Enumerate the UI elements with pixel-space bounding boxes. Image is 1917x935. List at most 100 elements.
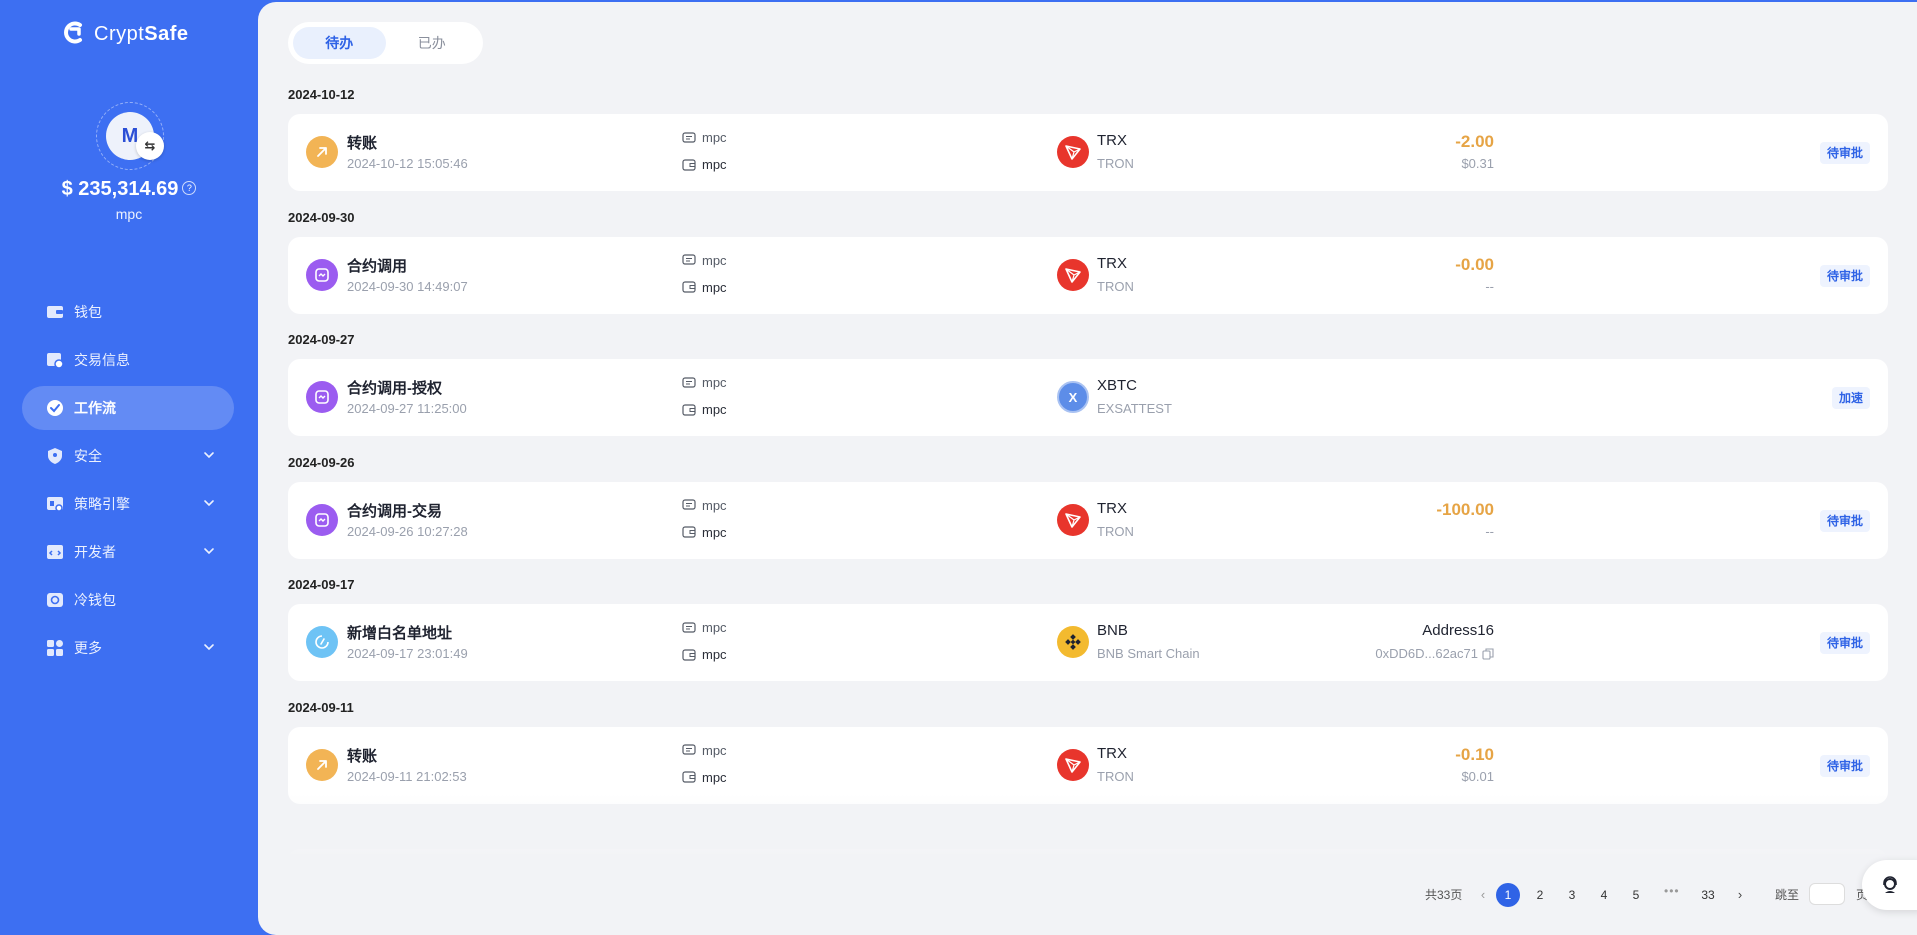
sidebar-item-2[interactable]: 工作流 [22, 386, 234, 430]
shield-icon [46, 447, 64, 465]
wallet-row: mpc [682, 770, 727, 785]
contract-icon [306, 381, 338, 413]
sidebar-item-4[interactable]: 策略引擎 [22, 482, 234, 526]
amount-fiat: -- [1485, 523, 1494, 539]
coin-symbol: BNB [1097, 622, 1128, 639]
wallet-account: mpc [702, 279, 727, 295]
trx-coin-icon [1057, 748, 1089, 781]
workflow-card[interactable]: 合约调用 2024-09-30 14:49:07 mpc mpc TRX TRON -0.0… [288, 236, 1888, 314]
group-date: 2024-09-11 [288, 699, 354, 715]
copy-icon[interactable] [1482, 647, 1494, 660]
next-page-icon[interactable]: › [1730, 885, 1750, 905]
more-grid-icon [46, 639, 64, 657]
wallet-icon [682, 403, 696, 416]
chain-name: EXSATTEST [1097, 401, 1172, 416]
workflow-card[interactable]: 转账 2024-10-12 15:05:46 mpc mpc TRX TRON -2.00 $… [288, 114, 1888, 191]
sidebar-item-label: 更多 [74, 640, 102, 656]
prev-page-icon[interactable]: ‹ [1473, 885, 1493, 905]
workflow-time: 2024-09-26 10:27:28 [347, 523, 468, 539]
workflow-card[interactable]: 转账mpcTRX-0.10待审批 [288, 849, 1888, 854]
status-badge[interactable]: 待审批 [1819, 754, 1870, 777]
initiator-account: mpc [702, 130, 727, 145]
coin-symbol: TRX [1097, 254, 1127, 272]
wallet-icon [682, 771, 696, 783]
logo[interactable]: CryptSafe [62, 20, 189, 48]
group-date [288, 819, 1888, 847]
group-date: 2024-09-26 [288, 454, 355, 470]
chain-name: BNB Smart Chain [1097, 646, 1200, 661]
support-agent-icon [1883, 876, 1897, 893]
transfer-icon [306, 748, 338, 781]
swap-account-icon[interactable]: ⇆ [136, 132, 164, 160]
initiator-account: mpc [702, 742, 727, 758]
xbtc-coin-icon: X [1057, 381, 1089, 413]
sidebar-item-label: 工作流 [74, 400, 116, 416]
whitelist-icon [306, 626, 338, 658]
wallet-account: mpc [702, 647, 727, 662]
page-number[interactable]: 3 [1560, 883, 1584, 907]
page-last[interactable]: 33 [1696, 883, 1720, 907]
workflow-title: 转账 [347, 135, 378, 152]
jump-page-input[interactable] [1809, 883, 1845, 905]
initiator-row: mpc [682, 620, 727, 635]
tab-0[interactable]: 待办 [293, 27, 386, 59]
workflow-card[interactable]: 转账 2024-09-11 21:02:53 mpc mpc TRX TRON -0.10 $… [288, 726, 1888, 804]
customer-support-button[interactable] [1862, 860, 1917, 910]
status-badge[interactable]: 待审批 [1819, 632, 1870, 654]
cryptsafe-logo-icon [64, 21, 82, 44]
wallet-account: mpc [702, 157, 727, 172]
page-total: 共33页 [1425, 888, 1463, 902]
workflow-check-icon [46, 399, 64, 417]
date-group: 2024-09-17 新增白名单地址 2024-09-17 23:01:49 mpc m… [288, 574, 1888, 697]
wallet-icon [46, 303, 64, 321]
page-number[interactable]: 4 [1592, 883, 1616, 907]
status-badge[interactable]: 加速 [1831, 387, 1870, 409]
help-icon[interactable]: ? [182, 181, 197, 195]
chevron-down-icon[interactable] [202, 544, 216, 558]
date-group: 2024-09-27 合约调用-授权 2024-09-27 11:25:00 mpc m… [288, 329, 1888, 452]
sidebar-item-7[interactable]: 更多 [22, 626, 234, 670]
tab-switcher: 待办 已办 [288, 22, 483, 64]
page-number[interactable]: 1 [1496, 883, 1520, 907]
trx-coin-icon [1057, 503, 1089, 536]
amount-fiat: $0.01 [1461, 768, 1494, 784]
wallet-row: mpc [682, 280, 727, 295]
page-number[interactable]: 2 [1528, 883, 1552, 907]
sidebar-item-0[interactable]: 钱包 [22, 290, 234, 334]
transfer-icon [306, 136, 338, 168]
sidebar-item-6[interactable]: 冷钱包 [22, 578, 234, 622]
workflow-list[interactable]: 2024-10-12 转账 2024-10-12 15:05:46 mpc mpc TRX… [288, 84, 1888, 854]
coin-symbol: TRX [1097, 132, 1127, 149]
sidebar-item-label: 策略引擎 [74, 496, 130, 512]
sidebar-item-5[interactable]: 开发者 [22, 530, 234, 574]
chevron-down-icon[interactable] [202, 496, 216, 510]
contract-icon [306, 258, 338, 291]
workflow-title: 合约调用-交易 [347, 502, 442, 520]
page-ellipsis[interactable]: ••• [1664, 884, 1680, 898]
status-badge[interactable]: 待审批 [1819, 142, 1870, 164]
status-badge[interactable]: 待审批 [1819, 264, 1870, 287]
cold-wallet-icon [46, 591, 64, 609]
trx-coin-icon [1057, 258, 1089, 291]
initiator-row: mpc [682, 743, 727, 758]
chevron-down-icon[interactable] [202, 448, 216, 462]
tab-1[interactable]: 已办 [386, 27, 479, 59]
sidebar-item-1[interactable]: 交易信息 [22, 338, 234, 382]
wallet-icon [682, 648, 696, 661]
main-content: 待办 已办 2024-10-12 转账 2024-10-12 15:05:46 mpc m… [258, 2, 1917, 935]
workflow-card[interactable]: 合约调用-授权 2024-09-27 11:25:00 mpc mpc X XBTC EXS… [288, 359, 1888, 436]
date-group: 2024-09-11 转账 2024-09-11 21:02:53 mpc mpc TRX… [288, 697, 1888, 820]
chevron-down-icon[interactable] [202, 640, 216, 654]
workflow-time: 2024-09-30 14:49:07 [347, 278, 468, 294]
page-number[interactable]: 5 [1624, 883, 1648, 907]
date-group: 2024-10-12 转账 2024-10-12 15:05:46 mpc mpc TRX… [288, 84, 1888, 207]
sidebar-item-3[interactable]: 安全 [22, 434, 234, 478]
sidebar-item-label: 开发者 [74, 544, 116, 560]
amount: -2.00 [1455, 132, 1494, 151]
trx-coin-icon [1057, 136, 1089, 168]
workflow-title: 新增白名单地址 [347, 625, 453, 642]
group-date: 2024-09-30 [288, 209, 355, 225]
workflow-card[interactable]: 合约调用-交易 2024-09-26 10:27:28 mpc mpc TRX TRON -… [288, 481, 1888, 559]
status-badge[interactable]: 待审批 [1819, 509, 1870, 532]
workflow-card[interactable]: 新增白名单地址 2024-09-17 23:01:49 mpc mpc BNB BNB S… [288, 604, 1888, 681]
